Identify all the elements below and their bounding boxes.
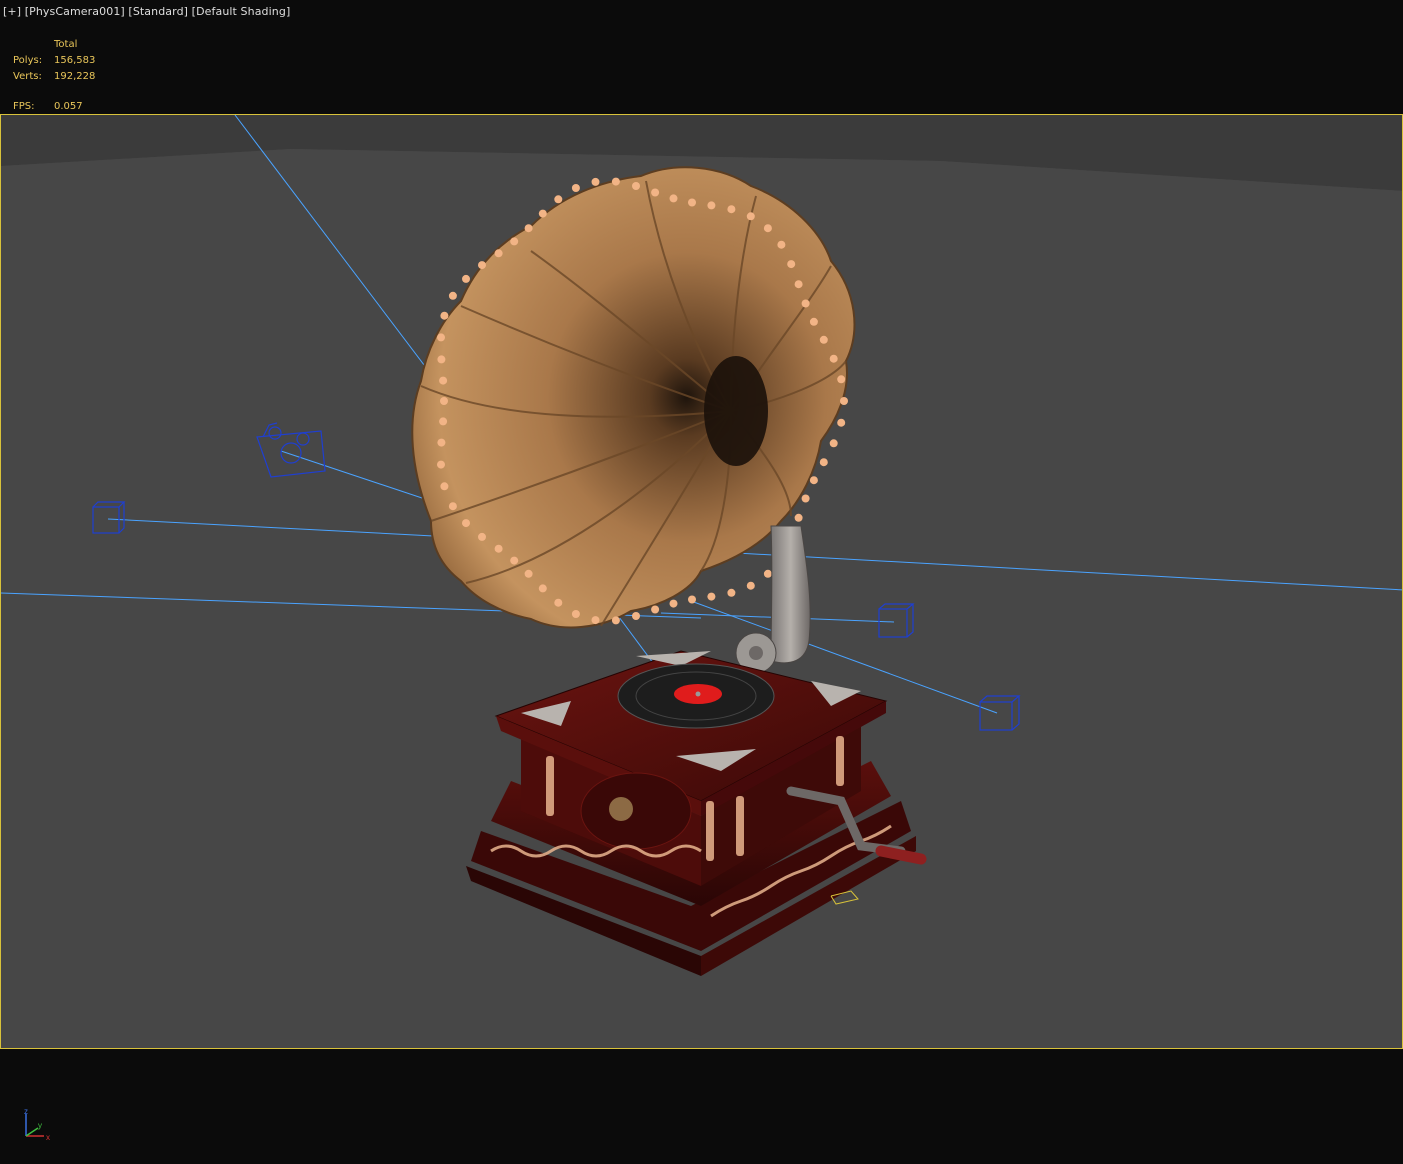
rim-bead bbox=[829, 354, 838, 363]
scene-render bbox=[1, 115, 1402, 1048]
rim-bead bbox=[554, 195, 563, 204]
stats-header: Total bbox=[54, 39, 78, 50]
rim-bead bbox=[727, 588, 736, 597]
rim-bead bbox=[829, 439, 838, 448]
viewport-mode-menu[interactable]: [Standard] bbox=[128, 5, 188, 18]
viewport-camera-menu[interactable]: [PhysCamera001] bbox=[25, 5, 125, 18]
rim-bead bbox=[510, 556, 519, 565]
rim-bead bbox=[746, 212, 755, 221]
rim-bead bbox=[462, 274, 470, 283]
viewport-menu-plus[interactable]: [+] bbox=[3, 5, 21, 18]
rim-bead bbox=[571, 184, 580, 192]
rim-bead bbox=[707, 592, 716, 601]
rim-bead bbox=[787, 260, 796, 269]
rim-bead bbox=[763, 224, 772, 233]
rim-bead bbox=[840, 397, 848, 405]
rim-bead bbox=[448, 291, 457, 300]
polys-label: Polys: bbox=[13, 55, 43, 66]
rim-bead bbox=[440, 397, 448, 405]
vinyl-record bbox=[617, 663, 775, 729]
polys-value: 156,583 bbox=[54, 55, 96, 66]
fps-readout: FPS: 0.057 bbox=[13, 101, 83, 112]
rim-bead bbox=[746, 581, 755, 590]
rim-bead bbox=[437, 355, 446, 364]
rim-bead bbox=[538, 209, 547, 218]
rim-bead bbox=[524, 569, 533, 578]
rim-bead bbox=[819, 458, 828, 467]
rim-bead bbox=[632, 612, 640, 620]
rim-bead bbox=[554, 598, 563, 607]
rim-bead bbox=[801, 494, 810, 503]
rim-bead bbox=[571, 610, 580, 618]
rim-bead bbox=[437, 460, 445, 469]
rim-bead bbox=[809, 476, 818, 485]
rim-bead bbox=[688, 198, 696, 207]
rim-bead bbox=[801, 299, 810, 308]
rim-bead bbox=[437, 333, 445, 342]
rim-bead bbox=[591, 616, 600, 625]
rim-bead bbox=[510, 237, 519, 246]
rim-bead bbox=[837, 418, 846, 427]
rim-bead bbox=[591, 177, 600, 186]
rim-bead bbox=[763, 569, 772, 578]
y-axis-line bbox=[25, 1127, 39, 1137]
rim-bead bbox=[524, 224, 533, 233]
rim-bead bbox=[651, 188, 660, 197]
verts-label: Verts: bbox=[13, 71, 42, 82]
rim-bead bbox=[632, 182, 640, 190]
rim-bead bbox=[478, 532, 486, 541]
rim-bead bbox=[538, 584, 547, 593]
viewport-label[interactable]: [+] [PhysCamera001] [Standard] [Default … bbox=[3, 5, 290, 18]
rim-bead bbox=[707, 201, 716, 210]
rim-bead bbox=[494, 249, 503, 258]
y-axis-label: y bbox=[38, 1121, 42, 1130]
rim-bead bbox=[439, 417, 448, 426]
rim-bead bbox=[611, 616, 620, 625]
rim-bead bbox=[777, 240, 786, 249]
rim-bead bbox=[651, 605, 660, 614]
x-axis-label: x bbox=[46, 1133, 50, 1142]
rim-bead bbox=[437, 438, 446, 447]
viewport-shading-menu[interactable]: [Default Shading] bbox=[192, 5, 291, 18]
axis-tripod: z x y bbox=[20, 1106, 56, 1142]
rim-bead bbox=[669, 599, 678, 608]
rim-bead bbox=[494, 544, 503, 553]
rim-bead bbox=[478, 261, 486, 270]
rim-bead bbox=[819, 335, 828, 344]
fps-value: 0.057 bbox=[54, 101, 83, 112]
z-axis-label: z bbox=[24, 1107, 28, 1116]
rim-bead bbox=[440, 482, 449, 491]
rim-bead bbox=[440, 311, 449, 320]
rim-bead bbox=[809, 317, 818, 326]
rim-bead bbox=[727, 205, 736, 214]
camera-view-frame[interactable] bbox=[0, 114, 1403, 1049]
rim-bead bbox=[688, 595, 696, 604]
statistics-overlay: Total Polys: 156,583 Verts: 192,228 bbox=[13, 37, 114, 85]
rim-bead bbox=[794, 280, 803, 289]
rim-bead bbox=[448, 502, 457, 511]
rim-bead bbox=[669, 194, 678, 203]
verts-value: 192,228 bbox=[54, 71, 96, 82]
rim-bead bbox=[837, 375, 846, 384]
rim-bead bbox=[462, 519, 470, 528]
rim-bead bbox=[439, 376, 448, 385]
fps-label: FPS: bbox=[13, 101, 35, 112]
viewport[interactable]: [+] [PhysCamera001] [Standard] [Default … bbox=[0, 0, 1403, 1164]
rim-bead bbox=[611, 177, 620, 186]
rim-bead bbox=[794, 513, 803, 522]
